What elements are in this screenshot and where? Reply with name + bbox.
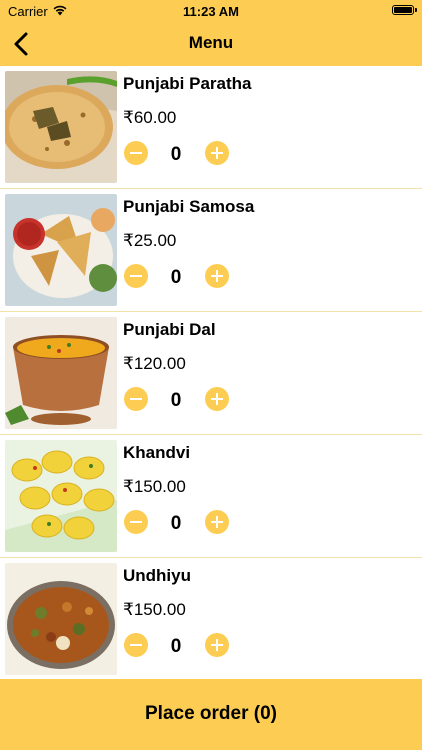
item-price: ₹120.00 — [123, 354, 186, 373]
food-image — [5, 194, 117, 306]
menu-list: Punjabi Paratha ₹60.00 0 Punjabi Samosa … — [0, 66, 422, 681]
item-quantity: 0 — [170, 636, 182, 657]
increase-quantity-button[interactable] — [205, 264, 229, 288]
item-price: ₹150.00 — [123, 600, 186, 619]
status-time: 11:23 AM — [183, 4, 239, 19]
status-bar: Carrier 11:23 AM — [0, 0, 422, 22]
header: Carrier 11:23 AM Menu — [0, 0, 422, 66]
increase-quantity-button[interactable] — [205, 510, 229, 534]
item-name: Punjabi Samosa — [123, 197, 255, 216]
menu-item-punjabi-dal: Punjabi Dal ₹120.00 0 — [0, 312, 422, 435]
decrease-quantity-button[interactable] — [124, 141, 148, 165]
item-quantity: 0 — [170, 513, 182, 534]
nav-bar: Menu — [0, 22, 422, 66]
item-quantity: 0 — [170, 267, 182, 288]
menu-item-punjabi-paratha: Punjabi Paratha ₹60.00 0 — [0, 66, 422, 189]
item-name: Punjabi Dal — [123, 320, 216, 339]
food-image — [5, 563, 117, 675]
food-image — [5, 317, 117, 429]
item-price: ₹60.00 — [123, 108, 177, 127]
page-title: Menu — [188, 33, 234, 52]
item-quantity: 0 — [170, 144, 182, 165]
item-name: Undhiyu — [123, 566, 191, 585]
decrease-quantity-button[interactable] — [124, 510, 148, 534]
battery-icon — [392, 5, 417, 15]
item-price: ₹25.00 — [123, 231, 177, 250]
place-order-label: Place order (0) — [145, 703, 277, 724]
item-price: ₹150.00 — [123, 477, 186, 496]
item-name: Khandvi — [123, 443, 191, 462]
menu-item-khandvi: Khandvi ₹150.00 0 — [0, 435, 422, 558]
decrease-quantity-button[interactable] — [124, 387, 148, 411]
menu-item-undhiyu: Undhiyu ₹150.00 0 — [0, 558, 422, 681]
food-image — [5, 440, 117, 552]
food-image — [5, 71, 117, 183]
increase-quantity-button[interactable] — [205, 141, 229, 165]
place-order-button[interactable]: Place order (0) — [0, 679, 422, 750]
decrease-quantity-button[interactable] — [124, 264, 148, 288]
item-name: Punjabi Paratha — [123, 74, 252, 93]
item-quantity: 0 — [170, 390, 182, 411]
increase-quantity-button[interactable] — [205, 633, 229, 657]
decrease-quantity-button[interactable] — [124, 633, 148, 657]
menu-item-punjabi-samosa: Punjabi Samosa ₹25.00 0 — [0, 189, 422, 312]
increase-quantity-button[interactable] — [205, 387, 229, 411]
